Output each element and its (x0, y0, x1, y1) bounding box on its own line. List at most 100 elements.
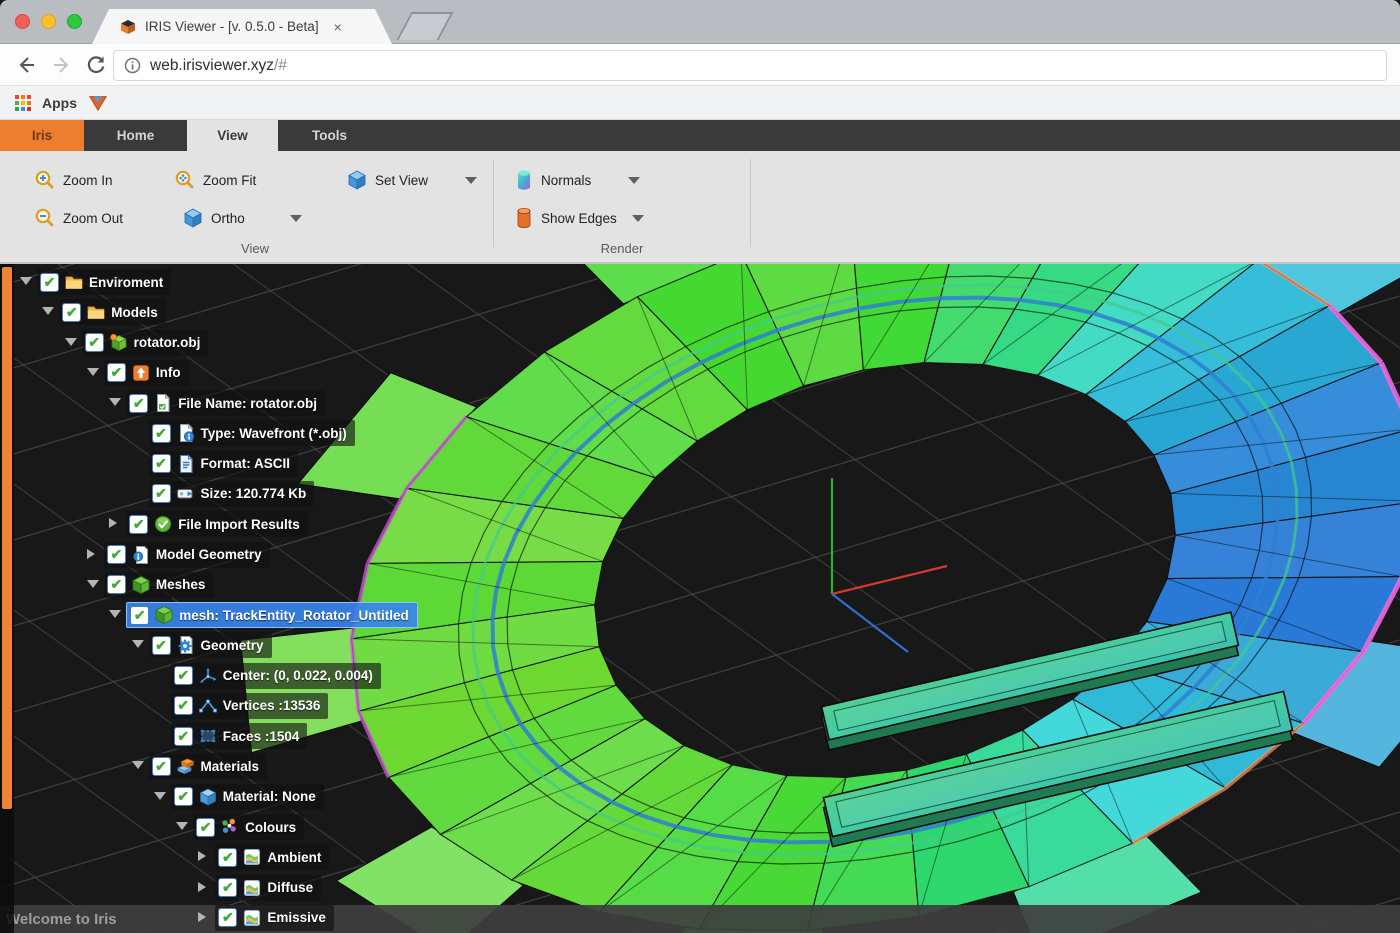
tree-row[interactable]: Models (0, 298, 1400, 326)
tree-expand-icon[interactable] (198, 882, 206, 892)
refresh-icon[interactable] (84, 53, 108, 77)
new-tab-button[interactable] (397, 12, 454, 40)
checkbox-checked[interactable] (152, 757, 171, 776)
tree-item[interactable]: Size: 120.774 Kb (149, 481, 315, 507)
tree-scrollbar-track[interactable] (0, 264, 14, 933)
ribbon-tab-home[interactable]: Home (84, 120, 187, 151)
active-browser-tab[interactable]: IRIS Viewer - [v. 0.5.0 - Beta] × (92, 9, 392, 44)
tree-expand-icon[interactable] (198, 851, 206, 861)
checkbox-checked[interactable] (174, 727, 193, 746)
checkbox-checked[interactable] (218, 848, 237, 867)
tree-collapse-icon[interactable] (20, 277, 32, 285)
checkbox-checked[interactable] (40, 273, 59, 292)
checkbox-checked[interactable] (129, 515, 148, 534)
tree-item[interactable]: Center: (0, 0.022, 0.004) (171, 663, 381, 689)
address-bar[interactable]: web.irisviewer.xyz/# (113, 50, 1387, 81)
tree-row[interactable]: Center: (0, 0.022, 0.004) (0, 662, 1400, 690)
minimize-window-button[interactable] (41, 14, 56, 29)
checkbox-checked[interactable] (196, 818, 215, 837)
tree-collapse-icon[interactable] (132, 761, 144, 769)
page-info-icon[interactable] (124, 57, 141, 74)
checkbox-checked[interactable] (152, 636, 171, 655)
checkbox-checked[interactable] (129, 394, 148, 413)
tree-row[interactable]: Type: Wavefront (*.obj) (0, 419, 1400, 447)
tree-row[interactable]: Meshes (0, 571, 1400, 599)
checkbox-checked[interactable] (107, 363, 126, 382)
tree-collapse-icon[interactable] (176, 822, 188, 830)
tree-item[interactable]: Geometry (149, 632, 272, 658)
apps-label[interactable]: Apps (42, 95, 77, 111)
tree-row[interactable]: File Name: rotator.obj (0, 389, 1400, 417)
ribbon-tab-iris[interactable]: Iris (0, 120, 84, 151)
tree-collapse-icon[interactable] (109, 610, 121, 618)
tree-item[interactable]: Ambient (215, 844, 329, 870)
forward-icon[interactable] (50, 53, 74, 77)
tree-collapse-icon[interactable] (109, 398, 121, 406)
tree-row[interactable]: mesh: TrackEntity_Rotator_Untitled (0, 601, 1400, 629)
tree-row[interactable]: Faces :1504 (0, 722, 1400, 750)
chevron-down-icon[interactable] (465, 177, 477, 184)
tree-row[interactable]: Enviroment (0, 268, 1400, 296)
tree-item[interactable]: Meshes (104, 572, 214, 598)
tree-expand-icon[interactable] (87, 549, 95, 559)
tree-row[interactable]: Material: None (0, 783, 1400, 811)
tree-item[interactable]: Model Geometry (104, 542, 270, 568)
tree-collapse-icon[interactable] (87, 368, 99, 376)
tree-item[interactable]: Material: None (171, 784, 324, 810)
tree-collapse-icon[interactable] (132, 640, 144, 648)
checkbox-checked[interactable] (152, 424, 171, 443)
tree-item[interactable]: File Import Results (126, 511, 308, 537)
ribbon-tab-tools[interactable]: Tools (278, 120, 381, 151)
tree-collapse-icon[interactable] (87, 580, 99, 588)
zoom-out-button[interactable]: Zoom Out (34, 204, 123, 232)
normals-button[interactable]: Normals (514, 166, 640, 194)
set-view-button[interactable]: Set View (346, 166, 477, 194)
chevron-down-icon[interactable] (290, 215, 302, 222)
chevron-down-icon[interactable] (628, 177, 640, 184)
back-icon[interactable] (14, 53, 38, 77)
tree-collapse-icon[interactable] (42, 307, 54, 315)
maximize-window-button[interactable] (67, 14, 82, 29)
checkbox-checked[interactable] (152, 454, 171, 473)
tree-collapse-icon[interactable] (154, 792, 166, 800)
iris-bookmark-icon[interactable] (87, 93, 109, 113)
tree-item[interactable]: Vertices :13536 (171, 693, 329, 719)
tab-close-icon[interactable]: × (334, 19, 342, 35)
checkbox-checked[interactable] (152, 484, 171, 503)
checkbox-checked[interactable] (174, 696, 193, 715)
tree-row[interactable]: Info (0, 359, 1400, 387)
tree-row[interactable]: rotator.obj (0, 329, 1400, 357)
checkbox-checked[interactable] (218, 908, 237, 927)
tree-row[interactable]: Format: ASCII (0, 450, 1400, 478)
checkbox-checked[interactable] (62, 303, 81, 322)
checkbox-checked[interactable] (107, 545, 126, 564)
checkbox-checked[interactable] (130, 606, 149, 625)
tree-scrollbar-thumb[interactable] (2, 267, 12, 809)
chevron-down-icon[interactable] (632, 215, 644, 222)
zoom-in-button[interactable]: Zoom In (34, 166, 113, 194)
tree-row[interactable]: Ambient (0, 843, 1400, 871)
checkbox-checked[interactable] (85, 333, 104, 352)
tree-item[interactable]: Info (104, 360, 189, 386)
show-edges-button[interactable]: Show Edges (514, 204, 644, 232)
tree-item[interactable]: Materials (149, 753, 268, 779)
tree-item[interactable]: Emissive (215, 905, 334, 931)
ortho-button[interactable]: Ortho (182, 204, 302, 232)
tree-row[interactable]: Colours (0, 813, 1400, 841)
tree-item[interactable]: Models (59, 299, 166, 325)
ribbon-tab-view[interactable]: View (187, 120, 278, 151)
apps-grid-icon[interactable] (14, 94, 32, 112)
tree-row[interactable]: Diffuse (0, 874, 1400, 902)
tree-item[interactable]: Diffuse (215, 875, 321, 901)
tree-row[interactable]: Geometry (0, 631, 1400, 659)
tree-expand-icon[interactable] (109, 518, 117, 528)
tree-item[interactable]: Enviroment (37, 269, 171, 295)
tree-item[interactable]: rotator.obj (82, 330, 209, 356)
tree-row[interactable]: Model Geometry (0, 541, 1400, 569)
tree-row[interactable]: File Import Results (0, 510, 1400, 538)
checkbox-checked[interactable] (218, 878, 237, 897)
tree-row[interactable]: Materials (0, 752, 1400, 780)
tree-item[interactable]: Type: Wavefront (*.obj) (149, 420, 355, 446)
tree-item[interactable]: mesh: TrackEntity_Rotator_Untitled (126, 602, 418, 628)
tree-expand-icon[interactable] (198, 912, 206, 922)
